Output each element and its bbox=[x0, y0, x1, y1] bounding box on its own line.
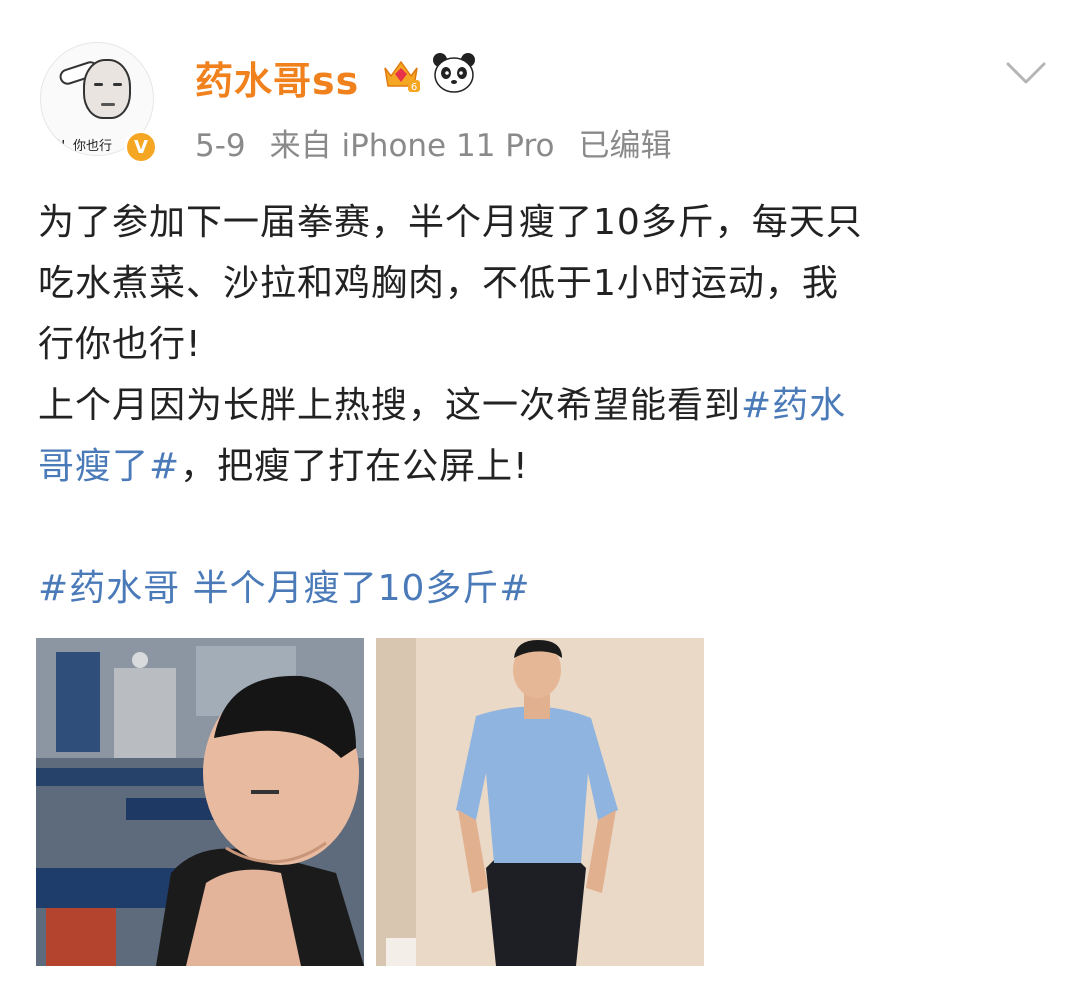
post-text-line: 上个月因为长胖上热搜，这一次希望能看到#药水 bbox=[38, 375, 1043, 436]
post-body: 为了参加下一届拳赛，半个月瘦了10多斤，每天只 吃水煮菜、沙拉和鸡胸肉，不低于1… bbox=[38, 192, 1043, 619]
username[interactable]: 药水哥ss bbox=[195, 50, 359, 105]
panda-icon bbox=[433, 53, 475, 93]
post-text-segment: ，把瘦了打在公屏上! bbox=[180, 446, 529, 487]
post-meta: 5-9 来自 iPhone 11 Pro 已编辑 bbox=[195, 120, 695, 165]
avatar-caption: 行！你也行 bbox=[47, 139, 113, 154]
vip-crown-icon: 6 bbox=[384, 60, 420, 93]
post-text-line: 哥瘦了#，把瘦了打在公屏上! bbox=[38, 436, 1043, 497]
hashtag-link[interactable]: 哥瘦了# bbox=[38, 446, 180, 487]
standing-blue-shirt-photo[interactable] bbox=[376, 638, 704, 966]
avatar-face bbox=[83, 59, 131, 119]
post-date: 5-9 bbox=[195, 128, 246, 164]
topic-hashtag-link[interactable]: #药水哥 半个月瘦了10多斤# bbox=[38, 558, 1043, 619]
post-text-segment: 上个月因为长胖上热搜，这一次希望能看到 bbox=[38, 385, 742, 426]
post-source: 来自 iPhone 11 Pro bbox=[269, 128, 555, 164]
edited-label: 已编辑 bbox=[578, 128, 672, 164]
gym-selfie-photo[interactable] bbox=[36, 638, 364, 966]
chevron-down-icon[interactable] bbox=[1004, 58, 1048, 88]
post-text-line: 为了参加下一届拳赛，半个月瘦了10多斤，每天只 bbox=[38, 202, 863, 243]
gym-photo-illustration bbox=[36, 638, 364, 966]
avatar-eye bbox=[94, 83, 103, 86]
avatar-eye bbox=[113, 83, 122, 86]
post-text-line: 吃水煮菜、沙拉和鸡胸肉，不低于1小时运动，我 bbox=[38, 263, 839, 304]
hashtag-link[interactable]: #药水 bbox=[741, 385, 846, 426]
svg-text:6: 6 bbox=[411, 82, 417, 93]
post-text-line: 行你也行! bbox=[38, 324, 202, 365]
avatar-mouth bbox=[101, 103, 115, 106]
standing-photo-illustration bbox=[376, 638, 704, 966]
verified-badge-icon: V bbox=[124, 130, 158, 164]
